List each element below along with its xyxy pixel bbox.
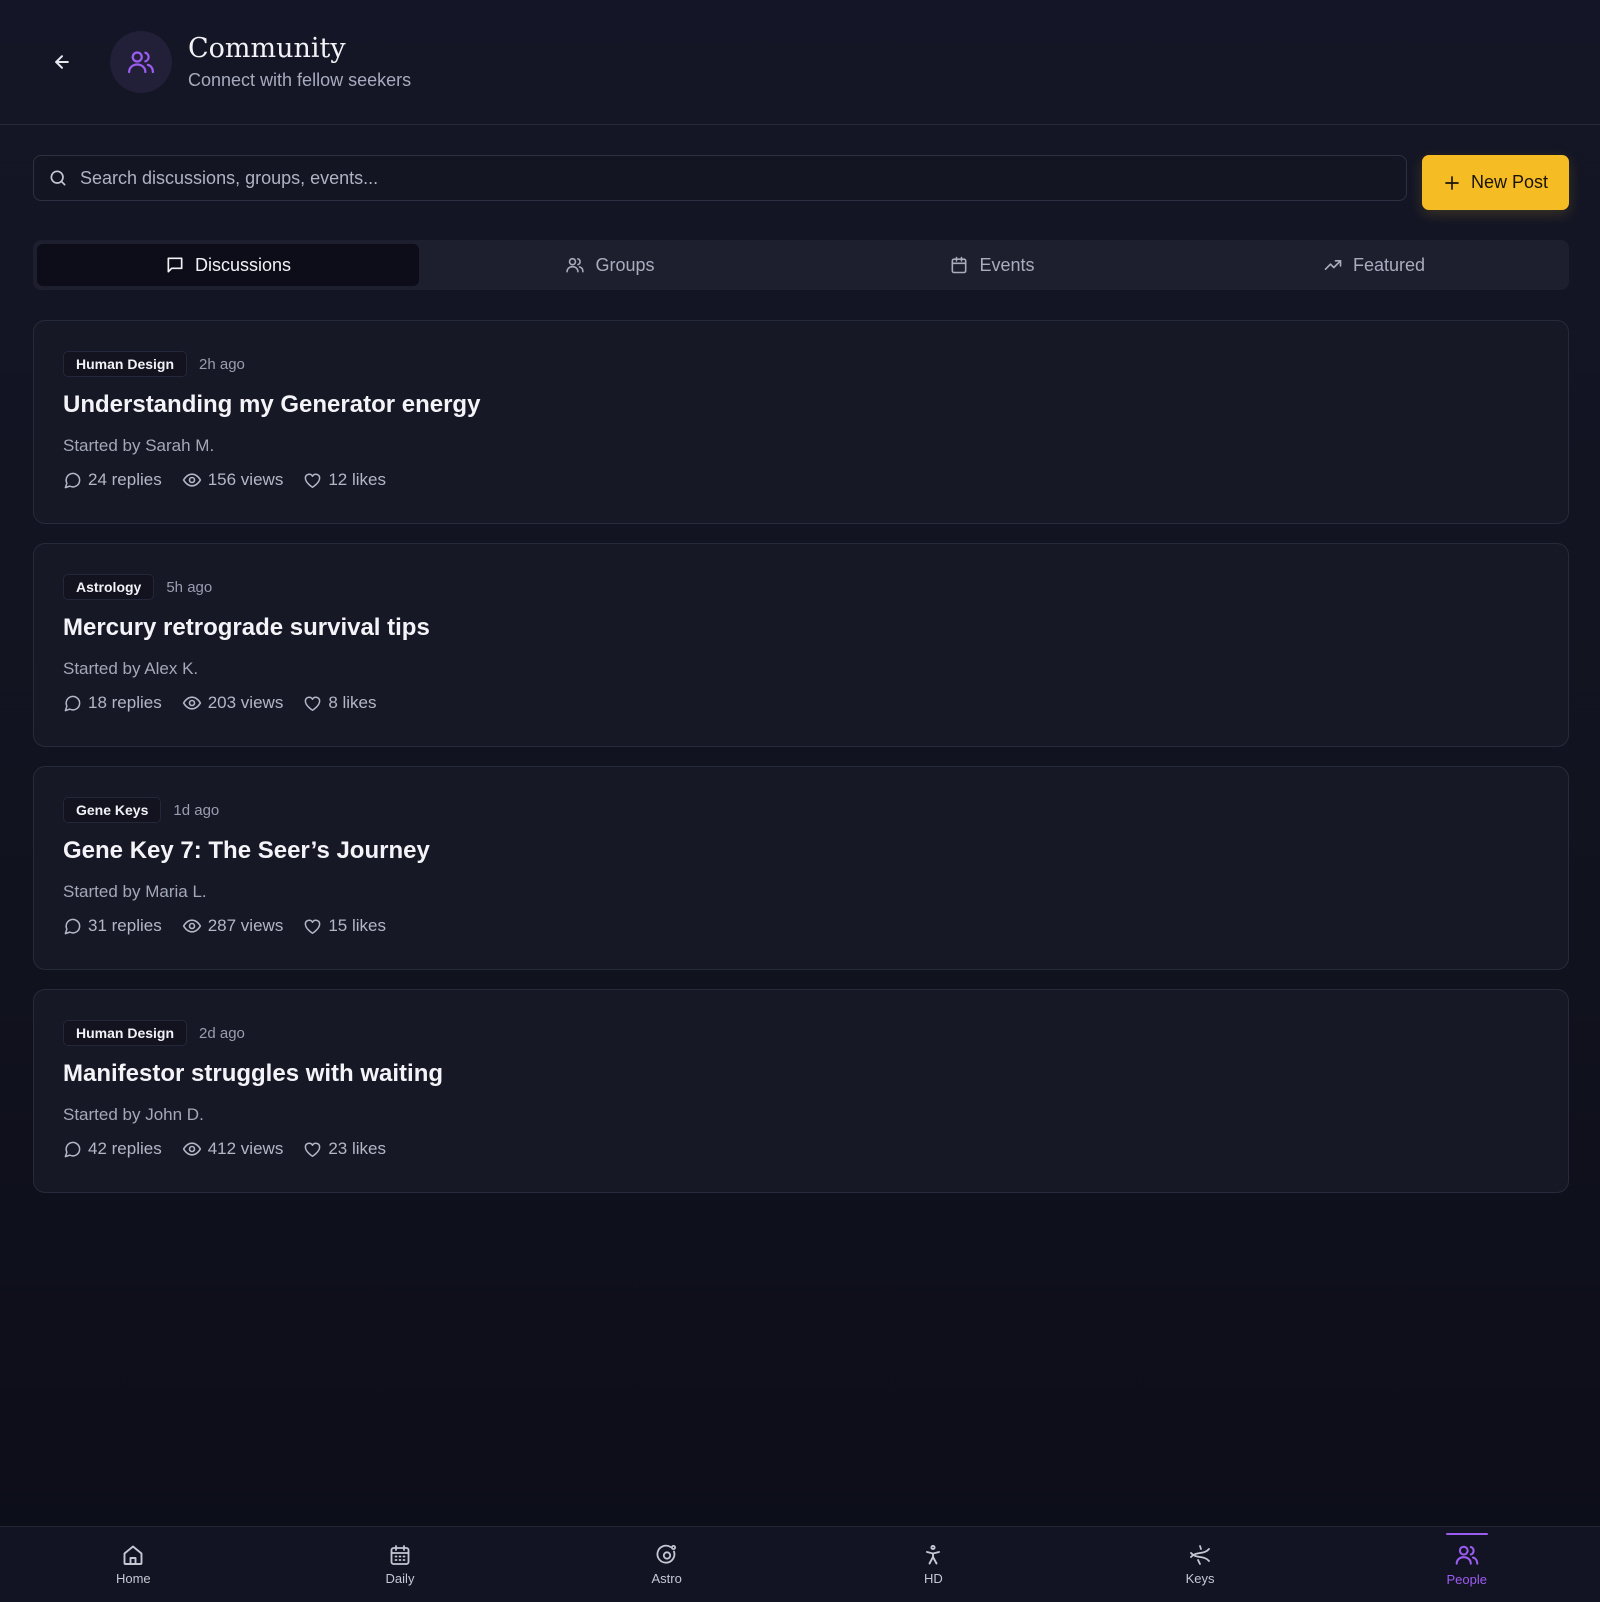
search-icon [50, 170, 66, 186]
post-time: 5h ago [166, 578, 213, 596]
discussion-author: Started by Maria L. [63, 882, 207, 901]
replies-stat: 18 replies [63, 693, 162, 713]
category-tag: Human Design [63, 351, 188, 377]
likes-stat[interactable]: 12 likes [303, 470, 386, 490]
community-page: Community Connect with fellow seekers Ne… [0, 0, 1600, 1602]
replies-stat: 42 replies [63, 1139, 162, 1159]
bottom-nav: Home Daily Astro HD Keys People [0, 1526, 1600, 1602]
heart-icon [304, 473, 321, 488]
views-stat: 287 views [182, 916, 283, 936]
views-stat: 156 views [182, 470, 283, 490]
discussion-author: Started by Alex K. [63, 659, 199, 678]
tab-label: Groups [595, 254, 655, 275]
back-button[interactable] [48, 48, 76, 76]
new-post-button[interactable]: New Post [1422, 155, 1569, 210]
users-icon [1455, 1545, 1479, 1565]
tab-featured[interactable]: Featured [1183, 244, 1565, 286]
discussion-list: Human Design 2h ago Understanding my Gen… [33, 320, 1569, 1212]
eye-icon [182, 473, 201, 487]
post-time: 2h ago [199, 355, 245, 373]
arrow-left-icon [55, 55, 69, 69]
category-tag: Gene Keys [63, 797, 162, 823]
replies-stat: 31 replies [63, 916, 162, 936]
tab-discussions[interactable]: Discussions [37, 244, 419, 286]
discussion-title: Understanding my Generator energy [63, 391, 481, 418]
tab-label: Events [979, 254, 1035, 275]
discussion-card[interactable]: Astrology 5h ago Mercury retrograde surv… [33, 543, 1569, 747]
eye-icon [182, 1142, 201, 1156]
page-title: Community [188, 33, 346, 65]
heart-icon [304, 696, 321, 711]
discussion-title: Gene Key 7: The Seer’s Journey [63, 837, 430, 864]
category-tag: Astrology [63, 574, 155, 600]
trending-up-icon [1324, 260, 1342, 270]
discussion-title: Manifestor struggles with waiting [63, 1060, 444, 1087]
nav-daily[interactable]: Daily [267, 1527, 534, 1602]
nav-home[interactable]: Home [0, 1527, 267, 1602]
likes-stat[interactable]: 23 likes [303, 1139, 386, 1159]
dna-icon [1190, 1545, 1210, 1565]
post-time: 1d ago [173, 801, 220, 819]
eye-icon [182, 696, 201, 710]
message-square-icon [167, 257, 183, 273]
discussion-card[interactable]: Gene Keys 1d ago Gene Key 7: The Seer’s … [33, 766, 1569, 970]
message-circle-icon [64, 918, 81, 934]
nav-people[interactable]: People [1333, 1527, 1600, 1602]
tab-bar: Discussions Groups Events Featured [33, 240, 1569, 290]
home-icon [123, 1545, 143, 1565]
discussion-title: Mercury retrograde survival tips [63, 614, 430, 641]
likes-stat[interactable]: 15 likes [303, 916, 386, 936]
users-icon [566, 257, 585, 273]
tab-groups[interactable]: Groups [419, 244, 801, 286]
nav-hd[interactable]: HD [800, 1527, 1067, 1602]
astro-icon [656, 1544, 676, 1564]
tab-label: Featured [1352, 254, 1426, 275]
discussion-card[interactable]: Human Design 2d ago Manifestor struggles… [33, 989, 1569, 1193]
nav-keys[interactable]: Keys [1067, 1527, 1334, 1602]
calendar-grid-icon [390, 1545, 410, 1565]
search-box[interactable] [33, 155, 1407, 201]
header: Community Connect with fellow seekers [0, 0, 1600, 125]
person-icon [926, 1544, 941, 1565]
heart-icon [304, 919, 321, 934]
category-tag: Human Design [63, 1020, 188, 1046]
likes-stat[interactable]: 8 likes [303, 693, 377, 713]
avatar [110, 31, 172, 93]
calendar-icon [952, 256, 967, 274]
heart-icon [304, 1142, 321, 1157]
discussion-card[interactable]: Human Design 2h ago Understanding my Gen… [33, 320, 1569, 524]
message-circle-icon [64, 472, 81, 488]
eye-icon [182, 919, 201, 933]
tab-events[interactable]: Events [801, 244, 1183, 286]
nav-astro[interactable]: Astro [533, 1527, 800, 1602]
post-time: 2d ago [199, 1024, 245, 1042]
message-circle-icon [64, 695, 81, 711]
users-icon [128, 51, 154, 74]
views-stat: 412 views [182, 1139, 283, 1159]
discussion-author: Started by John D. [63, 1105, 204, 1124]
page-subtitle: Connect with fellow seekers [188, 69, 412, 90]
tab-label: Discussions [194, 254, 292, 275]
views-stat: 203 views [182, 693, 283, 713]
plus-icon [1445, 175, 1459, 190]
message-circle-icon [64, 1141, 81, 1157]
search-row: New Post [33, 155, 1569, 211]
search-input[interactable] [80, 167, 1406, 189]
discussion-author: Started by Sarah M. [63, 436, 215, 455]
new-post-label: New Post [1470, 172, 1549, 192]
replies-stat: 24 replies [63, 470, 162, 490]
